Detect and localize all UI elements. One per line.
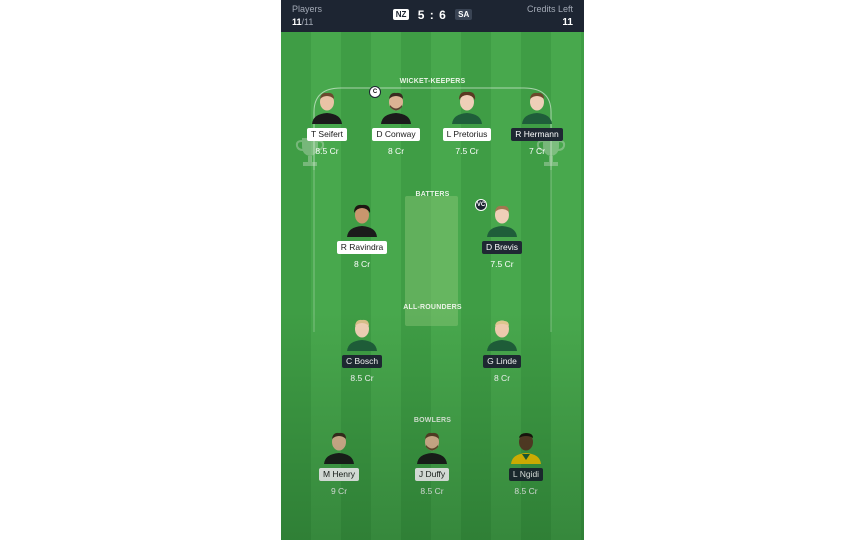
player-avatar <box>345 203 379 237</box>
section-label-wicketkeepers: WICKET-KEEPERS <box>399 78 466 85</box>
player-credits: 8 Cr <box>353 259 371 269</box>
player-avatar: C <box>369 86 413 124</box>
player-card-bosch[interactable]: C Bosch 8.5 Cr <box>322 317 402 383</box>
player-avatar <box>415 430 449 464</box>
player-credits: 8 Cr <box>387 146 405 156</box>
player-card-ngidi[interactable]: L Ngidi 8.5 Cr <box>486 430 566 496</box>
player-name: R Ravindra <box>336 241 388 254</box>
player-name: G Linde <box>483 355 521 368</box>
player-avatar <box>345 317 379 351</box>
vice-captain-badge: VC <box>475 199 487 211</box>
cricket-field: WICKET-KEEPERS BATTERS ALL-ROUNDERS BOWL… <box>281 32 584 540</box>
player-card-ravindra[interactable]: R Ravindra 8 Cr <box>322 203 402 269</box>
player-credits: 8.5 Cr <box>350 373 374 383</box>
player-credits: 7.5 Cr <box>490 259 514 269</box>
team-summary-bar: Players 11/11 NZ 5 : 6 SA Credits Left 1… <box>281 0 584 32</box>
player-card-conway[interactable]: C D Conway 8 Cr <box>356 86 436 156</box>
section-label-batters: BATTERS <box>415 191 450 198</box>
player-name: L Pretorius <box>442 128 492 141</box>
player-credits: 9 Cr <box>330 486 348 496</box>
player-name: D Conway <box>372 128 420 141</box>
player-card-brevis[interactable]: VC D Brevis 7.5 Cr <box>462 199 542 269</box>
player-card-pretorius[interactable]: L Pretorius 7.5 Cr <box>427 90 507 156</box>
screenshot-stage: Players 11/11 NZ 5 : 6 SA Credits Left 1… <box>0 0 864 540</box>
player-card-duffy[interactable]: J Duffy 8.5 Cr <box>392 430 472 496</box>
team-split-score: 5 : 6 <box>417 8 447 22</box>
player-credits: 7.5 Cr <box>455 146 479 156</box>
team1-badge: NZ <box>392 9 410 20</box>
credits-left-label: Credits Left <box>526 4 573 14</box>
player-credits: 8 Cr <box>493 373 511 383</box>
section-label-bowlers: BOWLERS <box>413 417 452 424</box>
team2-badge: SA <box>455 9 473 20</box>
player-name: J Duffy <box>414 468 450 481</box>
player-credits: 7 Cr <box>528 146 546 156</box>
player-avatar <box>485 317 519 351</box>
player-card-henry[interactable]: M Henry 9 Cr <box>299 430 379 496</box>
player-credits: 8.5 Cr <box>315 146 339 156</box>
player-credits: 8.5 Cr <box>420 486 444 496</box>
section-label-allrounders: ALL-ROUNDERS <box>403 304 462 311</box>
player-name: D Brevis <box>481 241 523 254</box>
credits-left-value: 11 <box>562 17 573 28</box>
player-card-hermann[interactable]: R Hermann 7 Cr <box>497 90 577 156</box>
player-card-linde[interactable]: G Linde 8 Cr <box>462 317 542 383</box>
player-name: L Ngidi <box>508 468 544 481</box>
player-name: T Seifert <box>307 128 347 141</box>
captain-badge: C <box>369 86 381 98</box>
player-name: R Hermann <box>511 128 563 141</box>
player-avatar <box>520 90 554 124</box>
player-card-seifert[interactable]: T Seifert 8.5 Cr <box>287 90 367 156</box>
player-avatar <box>450 90 484 124</box>
player-avatar <box>310 90 344 124</box>
credits-left-block: Credits Left 11 <box>527 4 573 28</box>
player-credits: 8.5 Cr <box>514 486 538 496</box>
team-preview-panel: Players 11/11 NZ 5 : 6 SA Credits Left 1… <box>281 0 584 540</box>
player-avatar <box>322 430 356 464</box>
player-avatar: VC <box>475 199 519 237</box>
player-avatar <box>509 430 543 464</box>
player-name: M Henry <box>318 468 360 481</box>
player-name: C Bosch <box>341 355 383 368</box>
